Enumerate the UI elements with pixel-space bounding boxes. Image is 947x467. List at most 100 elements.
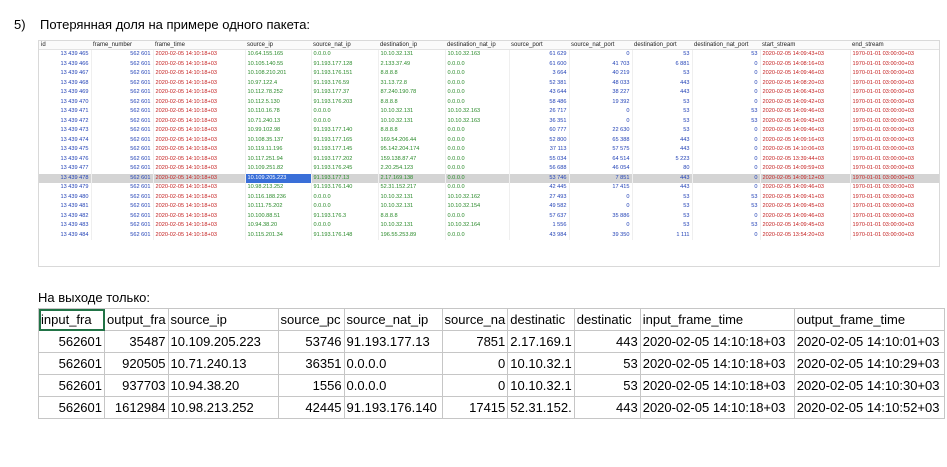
spreadsheet-cell[interactable]: 2020-02-05 14:10:18+03 <box>639 330 795 353</box>
spreadsheet-cell[interactable]: 53 <box>573 352 641 375</box>
grid-cell-source-nat-ip[interactable]: 91.193.177.37 <box>311 88 379 98</box>
spreadsheet-cell[interactable]: 10.71.240.13 <box>167 352 279 375</box>
grid-cell-destination-port[interactable]: 53 <box>632 116 693 126</box>
grid-cell-start-stream[interactable]: 2020-02-05 14:09:43+03 <box>760 116 851 126</box>
grid-cell-destination-nat-port[interactable]: 53 <box>692 116 761 126</box>
grid-cell-source-ip[interactable]: 10.112.78.252 <box>245 88 312 98</box>
spreadsheet-cell[interactable]: 10.10.32.1 <box>507 352 575 375</box>
grid-cell-source-nat-ip[interactable]: 0.0.0.0 <box>311 116 379 126</box>
grid-column-header[interactable]: destination_ip <box>378 41 445 50</box>
grid-cell-start-stream[interactable]: 2020-02-05 14:08:16+03 <box>760 59 851 69</box>
grid-cell-destination-ip[interactable]: 10.10.32.131 <box>378 49 446 60</box>
spreadsheet-cell[interactable]: 10.98.213.252 <box>167 396 279 419</box>
grid-cell-id[interactable]: 13 439 483 <box>39 221 92 231</box>
grid-cell-frame-number[interactable]: 562 601 <box>91 49 154 60</box>
grid-row[interactable]: 13 439 477 562 601 2020-02-05 14:10:18+03 1… <box>39 164 939 174</box>
grid-cell-destination-ip[interactable]: 2.17.169.138 <box>378 173 446 183</box>
grid-cell-source-ip[interactable]: 10.108.210.201 <box>245 69 312 79</box>
grid-cell-destination-ip[interactable]: 10.10.32.131 <box>378 221 446 231</box>
grid-cell-destination-port[interactable]: 443 <box>632 78 693 88</box>
grid-cell-destination-ip[interactable]: 8.8.8.8 <box>378 97 446 107</box>
grid-cell-frame-time[interactable]: 2020-02-05 14:10:18+03 <box>153 116 246 126</box>
grid-cell-destination-ip[interactable]: 159.138.87.47 <box>378 154 446 164</box>
spreadsheet-cell[interactable]: 36351 <box>277 352 345 375</box>
grid-cell-start-stream[interactable]: 2020-02-05 14:08:20+03 <box>760 78 851 88</box>
grid-cell-source-nat-ip[interactable]: 91.193.176.3 <box>311 211 379 221</box>
grid-cell-frame-number[interactable]: 562 601 <box>91 192 154 202</box>
grid-cell-id[interactable]: 13 439 472 <box>39 116 92 126</box>
spreadsheet-cell[interactable]: 1612984 <box>104 396 169 419</box>
grid-cell-destination-nat-port[interactable]: 53 <box>692 49 761 60</box>
grid-cell-source-nat-ip[interactable]: 91.193.177.13 <box>311 173 379 183</box>
grid-cell-source-nat-port[interactable]: 48 033 <box>569 78 633 88</box>
grid-row[interactable]: 13 439 471 562 601 2020-02-05 14:10:18+03 1… <box>39 107 939 117</box>
grid-cell-source-nat-ip[interactable]: 91.193.176.148 <box>311 230 379 240</box>
grid-cell-destination-nat-ip[interactable]: 0.0.0.0 <box>445 230 510 240</box>
grid-cell-source-ip[interactable]: 10.97.122.4 <box>245 78 312 88</box>
grid-cell-source-port[interactable]: 26 717 <box>509 107 570 117</box>
grid-cell-source-nat-ip[interactable]: 91.193.177.128 <box>311 59 379 69</box>
grid-cell-destination-port[interactable]: 443 <box>632 135 693 145</box>
grid-cell-source-port[interactable]: 36 351 <box>509 116 570 126</box>
grid-row[interactable]: 13 439 466 562 601 2020-02-05 14:10:18+03 1… <box>39 59 939 69</box>
grid-cell-source-ip[interactable]: 10.111.75.202 <box>245 202 312 212</box>
grid-column-header[interactable]: frame_time <box>153 41 245 50</box>
grid-cell-destination-nat-port[interactable]: 0 <box>692 145 761 155</box>
grid-cell-id[interactable]: 13 439 469 <box>39 88 92 98</box>
grid-cell-id[interactable]: 13 439 468 <box>39 78 92 88</box>
grid-cell-destination-port[interactable]: 443 <box>632 183 693 193</box>
grid-cell-end-stream[interactable]: 1970-01-01 03:00:00+03 <box>850 126 939 136</box>
grid-cell-source-ip[interactable]: 10.115.201.34 <box>245 230 312 240</box>
grid-cell-source-nat-ip[interactable]: 91.193.176.59 <box>311 78 379 88</box>
grid-cell-frame-time[interactable]: 2020-02-05 14:10:18+03 <box>153 107 246 117</box>
grid-cell-frame-time[interactable]: 2020-02-05 14:10:18+03 <box>153 154 246 164</box>
grid-cell-source-ip[interactable]: 10.100.88.51 <box>245 211 312 221</box>
grid-cell-source-ip[interactable]: 10.109.251.82 <box>245 164 312 174</box>
spreadsheet-cell[interactable]: 53746 <box>277 330 345 353</box>
grid-cell-frame-time[interactable]: 2020-02-05 14:10:18+03 <box>153 69 246 79</box>
grid-cell-end-stream[interactable]: 1970-01-01 03:00:00+03 <box>850 145 939 155</box>
grid-row[interactable]: 13 439 483 562 601 2020-02-05 14:10:18+03 1… <box>39 221 939 231</box>
grid-cell-id[interactable]: 13 439 466 <box>39 59 92 69</box>
grid-cell-destination-port[interactable]: 53 <box>632 69 693 79</box>
grid-cell-destination-nat-ip[interactable]: 10.10.32.163 <box>445 107 510 117</box>
grid-cell-end-stream[interactable]: 1970-01-01 03:00:00+03 <box>850 49 939 60</box>
grid-cell-start-stream[interactable]: 2020-02-05 14:09:46+03 <box>760 211 851 221</box>
grid-cell-start-stream[interactable]: 2020-02-05 13:39:44+03 <box>760 154 851 164</box>
grid-cell-destination-nat-port[interactable]: 0 <box>692 135 761 145</box>
grid-cell-destination-nat-port[interactable]: 0 <box>692 173 761 183</box>
grid-cell-end-stream[interactable]: 1970-01-01 03:00:00+03 <box>850 97 939 107</box>
grid-cell-destination-nat-ip[interactable]: 0.0.0.0 <box>445 173 510 183</box>
spreadsheet-output-table[interactable]: input_fra output_fra source_ip source_pc sou… <box>38 308 945 419</box>
grid-column-header[interactable]: destination_nat_port <box>692 41 760 50</box>
spreadsheet-cell[interactable]: 0 <box>441 352 509 375</box>
spreadsheet-header-cell[interactable]: output_frame_time <box>793 308 945 331</box>
grid-cell-source-nat-port[interactable]: 57 575 <box>569 145 633 155</box>
spreadsheet-cell[interactable]: 2020-02-05 14:10:18+03 <box>639 352 795 375</box>
grid-cell-end-stream[interactable]: 1970-01-01 03:00:00+03 <box>850 164 939 174</box>
grid-cell-source-nat-port[interactable]: 22 630 <box>569 126 633 136</box>
grid-cell-source-port[interactable]: 61 600 <box>509 59 570 69</box>
grid-cell-frame-number[interactable]: 562 601 <box>91 164 154 174</box>
grid-cell-source-nat-port[interactable]: 0 <box>569 49 633 60</box>
grid-cell-end-stream[interactable]: 1970-01-01 03:00:00+03 <box>850 221 939 231</box>
grid-cell-frame-time[interactable]: 2020-02-05 14:10:18+03 <box>153 97 246 107</box>
grid-row[interactable]: 13 439 475 562 601 2020-02-05 14:10:18+03 1… <box>39 145 939 155</box>
spreadsheet-cell[interactable]: 91.193.177.13 <box>343 330 443 353</box>
grid-cell-destination-nat-ip[interactable]: 0.0.0.0 <box>445 154 510 164</box>
grid-cell-destination-port[interactable]: 6 881 <box>632 59 693 69</box>
grid-cell-frame-time[interactable]: 2020-02-05 14:10:18+03 <box>153 230 246 240</box>
grid-cell-frame-time[interactable]: 2020-02-05 14:10:18+03 <box>153 145 246 155</box>
grid-cell-destination-ip[interactable]: 2.20.254.123 <box>378 164 446 174</box>
grid-cell-id[interactable]: 13 439 477 <box>39 164 92 174</box>
grid-cell-frame-time[interactable]: 2020-02-05 14:10:18+03 <box>153 88 246 98</box>
grid-cell-destination-ip[interactable]: 10.10.32.131 <box>378 192 446 202</box>
grid-cell-source-port[interactable]: 43 644 <box>509 88 570 98</box>
grid-cell-source-port[interactable]: 61 629 <box>509 49 570 60</box>
grid-cell-frame-number[interactable]: 562 601 <box>91 116 154 126</box>
grid-cell-destination-nat-port[interactable]: 0 <box>692 183 761 193</box>
grid-cell-source-nat-ip[interactable]: 0.0.0.0 <box>311 221 379 231</box>
grid-cell-destination-ip[interactable]: 8.8.8.8 <box>378 211 446 221</box>
spreadsheet-cell[interactable]: 2020-02-05 14:10:52+03 <box>793 396 945 419</box>
spreadsheet-cell[interactable]: 2020-02-05 14:10:01+03 <box>793 330 945 353</box>
